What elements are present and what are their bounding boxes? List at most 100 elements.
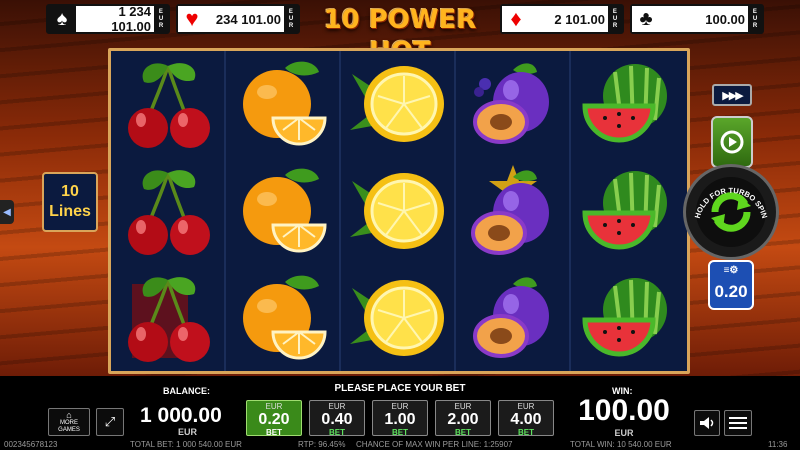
- watermelon-symbol: [571, 158, 686, 265]
- bet-tag: BET: [455, 428, 471, 437]
- home-icon: ⌂: [66, 409, 72, 420]
- bet-currency: EUR: [517, 402, 535, 411]
- orange-icon: [242, 168, 327, 253]
- watermelon-symbol: [571, 51, 686, 158]
- bet-tag: BET: [518, 428, 534, 437]
- chevron-left-icon: ◀: [3, 206, 11, 218]
- fullscreen-icon: ⤢: [104, 414, 116, 429]
- reel-5: [571, 51, 686, 371]
- total-win: TOTAL WIN: 10 540.00 EUR: [570, 440, 672, 449]
- jackpot-currency: EUR: [284, 6, 298, 32]
- rtp: RTP: 96.45%: [298, 440, 346, 449]
- spin-label: HOLD FOR TURBO SPIN: [693, 186, 769, 219]
- bet-settings-button[interactable]: ≡⚙ 0.20: [708, 260, 754, 310]
- bet-currency: EUR: [454, 402, 472, 411]
- speaker-icon: [700, 417, 714, 429]
- fast-forward-button[interactable]: ▶▶▶: [712, 84, 752, 106]
- status-message: PLEASE PLACE YOUR BET: [334, 383, 466, 394]
- orange-icon: [242, 275, 327, 360]
- reel-1: [111, 51, 226, 371]
- plum-symbol: [456, 158, 569, 265]
- lines-count: 10: [61, 183, 79, 200]
- watermelon-icon: [581, 64, 667, 143]
- jackpot-amount: 100.00: [705, 11, 745, 27]
- current-bet-value: 0.20: [714, 282, 748, 301]
- game-title: 10 POWER HOT: [323, 5, 477, 67]
- hamburger-icon: [729, 417, 747, 429]
- reel-2: [226, 51, 341, 371]
- bet-value: 0.40: [321, 411, 353, 428]
- reel-3: [341, 51, 456, 371]
- spin-button[interactable]: HOLD FOR TURBO SPIN: [683, 164, 779, 260]
- autoplay-button[interactable]: [711, 116, 753, 168]
- heart-icon: ♥: [178, 6, 206, 32]
- lines-label: Lines: [49, 203, 91, 220]
- fast-forward-icon: ▶▶▶: [722, 89, 743, 102]
- bet-currency: EUR: [265, 402, 283, 411]
- jackpot-heart: ♥ 234 101.00 EUR: [176, 4, 300, 34]
- bet-value: 0.20: [258, 411, 290, 428]
- plum-icon: [472, 277, 549, 358]
- lemon-symbol: [341, 51, 454, 158]
- bet-option-button[interactable]: EUR 2.00 BET: [435, 400, 491, 437]
- balance-value: 1 000.00: [140, 404, 222, 427]
- lines-indicator: 10 Lines: [42, 172, 98, 232]
- cherry-icon: [127, 276, 210, 362]
- orange-symbol: [226, 51, 339, 158]
- lemon-symbol: [341, 158, 454, 265]
- jackpot-diamond: ♦ 2 101.00 EUR: [500, 4, 624, 34]
- bet-currency: EUR: [328, 402, 346, 411]
- side-panel-toggle[interactable]: ◀: [0, 200, 14, 224]
- game-stage: ♠ 1 234 101.00 EUR ♥ 234 101.00 EUR ♦ 2 …: [0, 0, 800, 450]
- plum-icon: [472, 63, 549, 145]
- cherry-icon: [127, 170, 210, 255]
- orange-symbol: [226, 264, 339, 371]
- bet-value: 1.00: [384, 411, 416, 428]
- balance-currency: EUR: [178, 427, 198, 437]
- lemon-icon: [349, 173, 444, 249]
- more-games-button[interactable]: ⌂ MORE GAMES: [48, 408, 90, 436]
- spade-icon: ♠: [48, 6, 76, 32]
- jackpot-spade: ♠ 1 234 101.00 EUR: [46, 4, 170, 34]
- plum-symbol: [456, 51, 569, 158]
- jackpot-currency: EUR: [748, 6, 762, 32]
- lemon-icon: [349, 279, 444, 356]
- orange-icon: [242, 61, 327, 146]
- bet-option-button[interactable]: EUR 0.20 BET: [246, 400, 302, 437]
- bet-option-button[interactable]: EUR 4.00 BET: [498, 400, 554, 437]
- coins-gear-icon: ≡⚙: [723, 265, 739, 276]
- watermelon-icon: [581, 277, 667, 357]
- plum-icon: [470, 165, 549, 255]
- jackpot-currency: EUR: [154, 6, 168, 32]
- fullscreen-button[interactable]: ⤢: [96, 408, 124, 436]
- win-value: 100.00: [578, 394, 670, 427]
- lemon-symbol: [341, 264, 454, 371]
- autoplay-icon: [720, 130, 744, 154]
- bet-option-button[interactable]: EUR 1.00 BET: [372, 400, 428, 437]
- bet-currency: EUR: [391, 402, 409, 411]
- jackpot-club: ♣ 100.00 EUR: [630, 4, 764, 34]
- cherry-symbol: [111, 158, 224, 265]
- orange-symbol: [226, 158, 339, 265]
- jackpot-amount: 2 101.00: [554, 11, 605, 27]
- menu-button[interactable]: [724, 410, 752, 436]
- jackpot-amount: 234 101.00: [215, 11, 281, 27]
- watermelon-icon: [581, 171, 667, 250]
- more-games-label: MORE GAMES: [58, 419, 80, 433]
- reel-grid: [108, 48, 690, 374]
- bet-tag: BET: [392, 428, 408, 437]
- sound-button[interactable]: [694, 410, 720, 436]
- watermelon-symbol: [571, 264, 686, 371]
- club-icon: ♣: [632, 6, 660, 32]
- bet-tag: BET: [266, 428, 282, 437]
- bet-tag: BET: [329, 428, 345, 437]
- session-id: 002345678123: [4, 440, 58, 449]
- total-bet: TOTAL BET: 1 000 540.00 EUR: [130, 440, 242, 449]
- bet-value: 4.00: [510, 411, 542, 428]
- jackpot-currency: EUR: [608, 6, 622, 32]
- bet-option-button[interactable]: EUR 0.40 BET: [309, 400, 365, 437]
- win-currency: EUR: [614, 428, 634, 438]
- cherry-icon: [127, 63, 210, 149]
- reel-4: [456, 51, 571, 371]
- jackpot-amount: 1 234 101.00: [111, 4, 151, 34]
